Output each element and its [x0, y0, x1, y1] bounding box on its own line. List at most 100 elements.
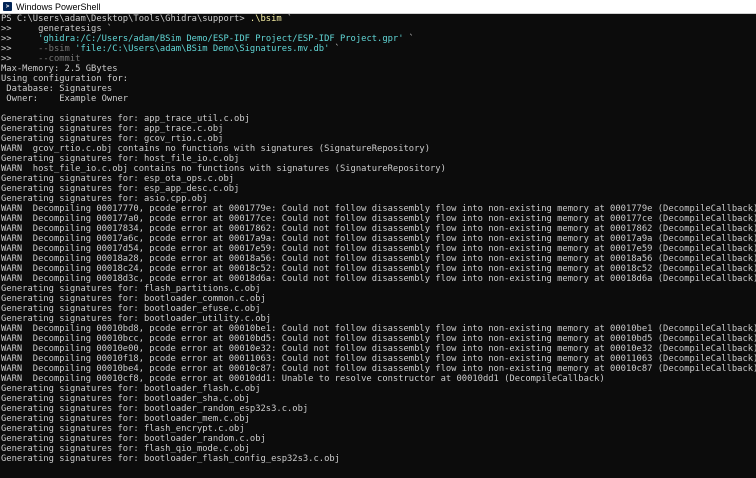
console-line: Generating signatures for: esp_app_desc.… [1, 184, 239, 194]
console-text: Generating signatures for: host_file_io.… [1, 154, 240, 164]
console-line: Generating signatures for: bootloader_ra… [1, 434, 266, 444]
console-line: Generating signatures for: gcov_rtio.c.o… [1, 134, 223, 144]
console-text: ` [281, 14, 293, 24]
console-line: Generating signatures for: bootloader_fl… [1, 454, 340, 464]
console-text: Generating signatures for: asio.cpp.obj [1, 194, 208, 204]
console-text: Generating signatures for: bootloader_fl… [1, 384, 261, 394]
title-bar: > Windows PowerShell [0, 0, 756, 14]
console-text: ` [329, 44, 340, 54]
console-line: WARN Decompiling 00010be4, pcode error a… [1, 364, 756, 374]
console-text: WARN gcov_rtio.c.obj contains no functio… [1, 144, 430, 154]
console-line: WARN Decompiling 00017770, pcode error a… [1, 204, 756, 214]
console-text: --commit [38, 54, 81, 64]
console-text: Generating signatures for: esp_app_desc.… [1, 184, 240, 194]
console-text: >> [1, 34, 39, 44]
console-text: Generating signatures for: bootloader_co… [1, 294, 266, 304]
console-text: WARN Decompiling 00010bd8, pcode error a… [1, 324, 756, 334]
console-text: Generating signatures for: app_trace.c.o… [1, 124, 224, 134]
console-line: WARN host_file_io.c.obj contains no func… [1, 164, 446, 174]
console-line: WARN Decompiling 00018d3c, pcode error a… [1, 274, 756, 284]
console-text: Generating signatures for: bootloader_ra… [1, 434, 266, 444]
console-line: Generating signatures for: bootloader_sh… [1, 394, 250, 404]
console-text: 'file:/C:\Users\adam\BSim Demo\Signature… [75, 44, 330, 54]
console-line: Max-Memory: 2.5 GBytes [1, 64, 118, 74]
console-line: Database: Signatures [1, 84, 112, 94]
console-line: >> 'ghidra:/C:/Users/adam/BSim Demo/ESP-… [1, 34, 414, 44]
console-text: WARN Decompiling 00010bcc, pcode error a… [1, 334, 756, 344]
console-line: Generating signatures for: bootloader_ut… [1, 314, 271, 324]
console-output[interactable]: PS C:\Users\adam\Desktop\Tools\Ghidra\su… [0, 14, 756, 478]
console-text: 'ghidra:/C:/Users/adam/BSim Demo/ESP-IDF… [38, 34, 404, 44]
console-text: Generating signatures for: flash_qio_mod… [1, 444, 250, 454]
console-line: PS C:\Users\adam\Desktop\Tools\Ghidra\su… [1, 14, 292, 24]
console-line: WARN Decompiling 00010cf8, pcode error a… [1, 374, 605, 384]
console-text: Generating signatures for: gcov_rtio.c.o… [1, 134, 224, 144]
console-text: WARN Decompiling 00017770, pcode error a… [1, 204, 756, 214]
console-line: WARN Decompiling 000177a0, pcode error a… [1, 214, 756, 224]
console-text: >> [1, 44, 39, 54]
powershell-icon: > [3, 2, 12, 11]
console-line: WARN Decompiling 00017d54, pcode error a… [1, 244, 756, 254]
console-line: Generating signatures for: bootloader_ef… [1, 304, 261, 314]
console-text: >> [1, 54, 39, 64]
console-line: >> generatesigs ` [1, 24, 112, 34]
console-line: Generating signatures for: flash_qio_mod… [1, 444, 250, 454]
console-text: Generating signatures for: bootloader_fl… [1, 454, 340, 464]
console-line: >> --bsim 'file:/C:\Users\adam\BSim Demo… [1, 44, 340, 54]
console-text: WARN Decompiling 00010be4, pcode error a… [1, 364, 756, 374]
console-text: WARN Decompiling 00018a28, pcode error a… [1, 254, 756, 264]
console-text: Generating signatures for: bootloader_me… [1, 414, 250, 424]
console-text: Generating signatures for: bootloader_ut… [1, 314, 272, 324]
console-text: WARN Decompiling 000177a0, pcode error a… [1, 214, 756, 224]
console-line: >> --commit [1, 54, 80, 64]
console-text: WARN Decompiling 00010f18, pcode error a… [1, 354, 756, 364]
console-text: Database: Signatures [1, 84, 113, 94]
console-line: Generating signatures for: bootloader_co… [1, 294, 266, 304]
console-line: Generating signatures for: app_trace.c.o… [1, 124, 223, 134]
console-text: WARN Decompiling 00017d54, pcode error a… [1, 244, 756, 254]
console-line: Generating signatures for: bootloader_fl… [1, 384, 261, 394]
console-line: WARN Decompiling 00017a6c, pcode error a… [1, 234, 756, 244]
console-line: Generating signatures for: host_file_io.… [1, 154, 239, 164]
console-text: >> generatesigs ` [1, 24, 113, 34]
console-line: WARN Decompiling 00010f18, pcode error a… [1, 354, 756, 364]
console-line: Owner: Example Owner [1, 94, 128, 104]
console-text: WARN Decompiling 00018d3c, pcode error a… [1, 274, 756, 284]
console-line: Generating signatures for: asio.cpp.obj [1, 194, 208, 204]
console-text: WARN host_file_io.c.obj contains no func… [1, 164, 446, 174]
console-line: WARN Decompiling 00018c24, pcode error a… [1, 264, 756, 274]
console-text: WARN Decompiling 00017834, pcode error a… [1, 224, 756, 234]
console-text: Generating signatures for: bootloader_sh… [1, 394, 250, 404]
console-text: Generating signatures for: flash_encrypt… [1, 424, 245, 434]
console-text: Using configuration for: [1, 74, 129, 84]
console-text: WARN Decompiling 00010cf8, pcode error a… [1, 374, 605, 384]
console-line: Generating signatures for: flash_encrypt… [1, 424, 245, 434]
window-title: Windows PowerShell [16, 2, 101, 12]
console-line: WARN Decompiling 00010e00, pcode error a… [1, 344, 756, 354]
console-text: Generating signatures for: esp_ota_ops.c… [1, 174, 235, 184]
console-line: WARN Decompiling 00010bcc, pcode error a… [1, 334, 756, 344]
console-line: Generating signatures for: bootloader_ra… [1, 404, 308, 414]
console-line: Using configuration for: [1, 74, 128, 84]
console-line: WARN Decompiling 00017834, pcode error a… [1, 224, 756, 234]
console-line: Generating signatures for: esp_ota_ops.c… [1, 174, 234, 184]
console-text: Generating signatures for: app_trace_uti… [1, 114, 250, 124]
console-text: Generating signatures for: bootloader_ra… [1, 404, 309, 414]
console-text: PS C:\Users\adam\Desktop\Tools\Ghidra\su… [1, 14, 250, 24]
console-text: Max-Memory: 2.5 GBytes [1, 64, 118, 74]
console-text: ` [403, 34, 415, 44]
console-line: WARN gcov_rtio.c.obj contains no functio… [1, 144, 430, 154]
console-line: WARN Decompiling 00010bd8, pcode error a… [1, 324, 756, 334]
console-text: WARN Decompiling 00018c24, pcode error a… [1, 264, 756, 274]
console-text: Generating signatures for: flash_partiti… [1, 284, 261, 294]
console-text: WARN Decompiling 00017a6c, pcode error a… [1, 234, 756, 244]
console-line: WARN Decompiling 00018a28, pcode error a… [1, 254, 756, 264]
console-text: .\bsim [249, 14, 282, 24]
console-line: Generating signatures for: bootloader_me… [1, 414, 250, 424]
console-text: WARN Decompiling 00010e00, pcode error a… [1, 344, 756, 354]
console-text: Owner: Example Owner [1, 94, 129, 104]
console-line: Generating signatures for: app_trace_uti… [1, 114, 250, 124]
console-line: Generating signatures for: flash_partiti… [1, 284, 261, 294]
console-text: Generating signatures for: bootloader_ef… [1, 304, 261, 314]
console-text: --bsim [38, 44, 70, 54]
